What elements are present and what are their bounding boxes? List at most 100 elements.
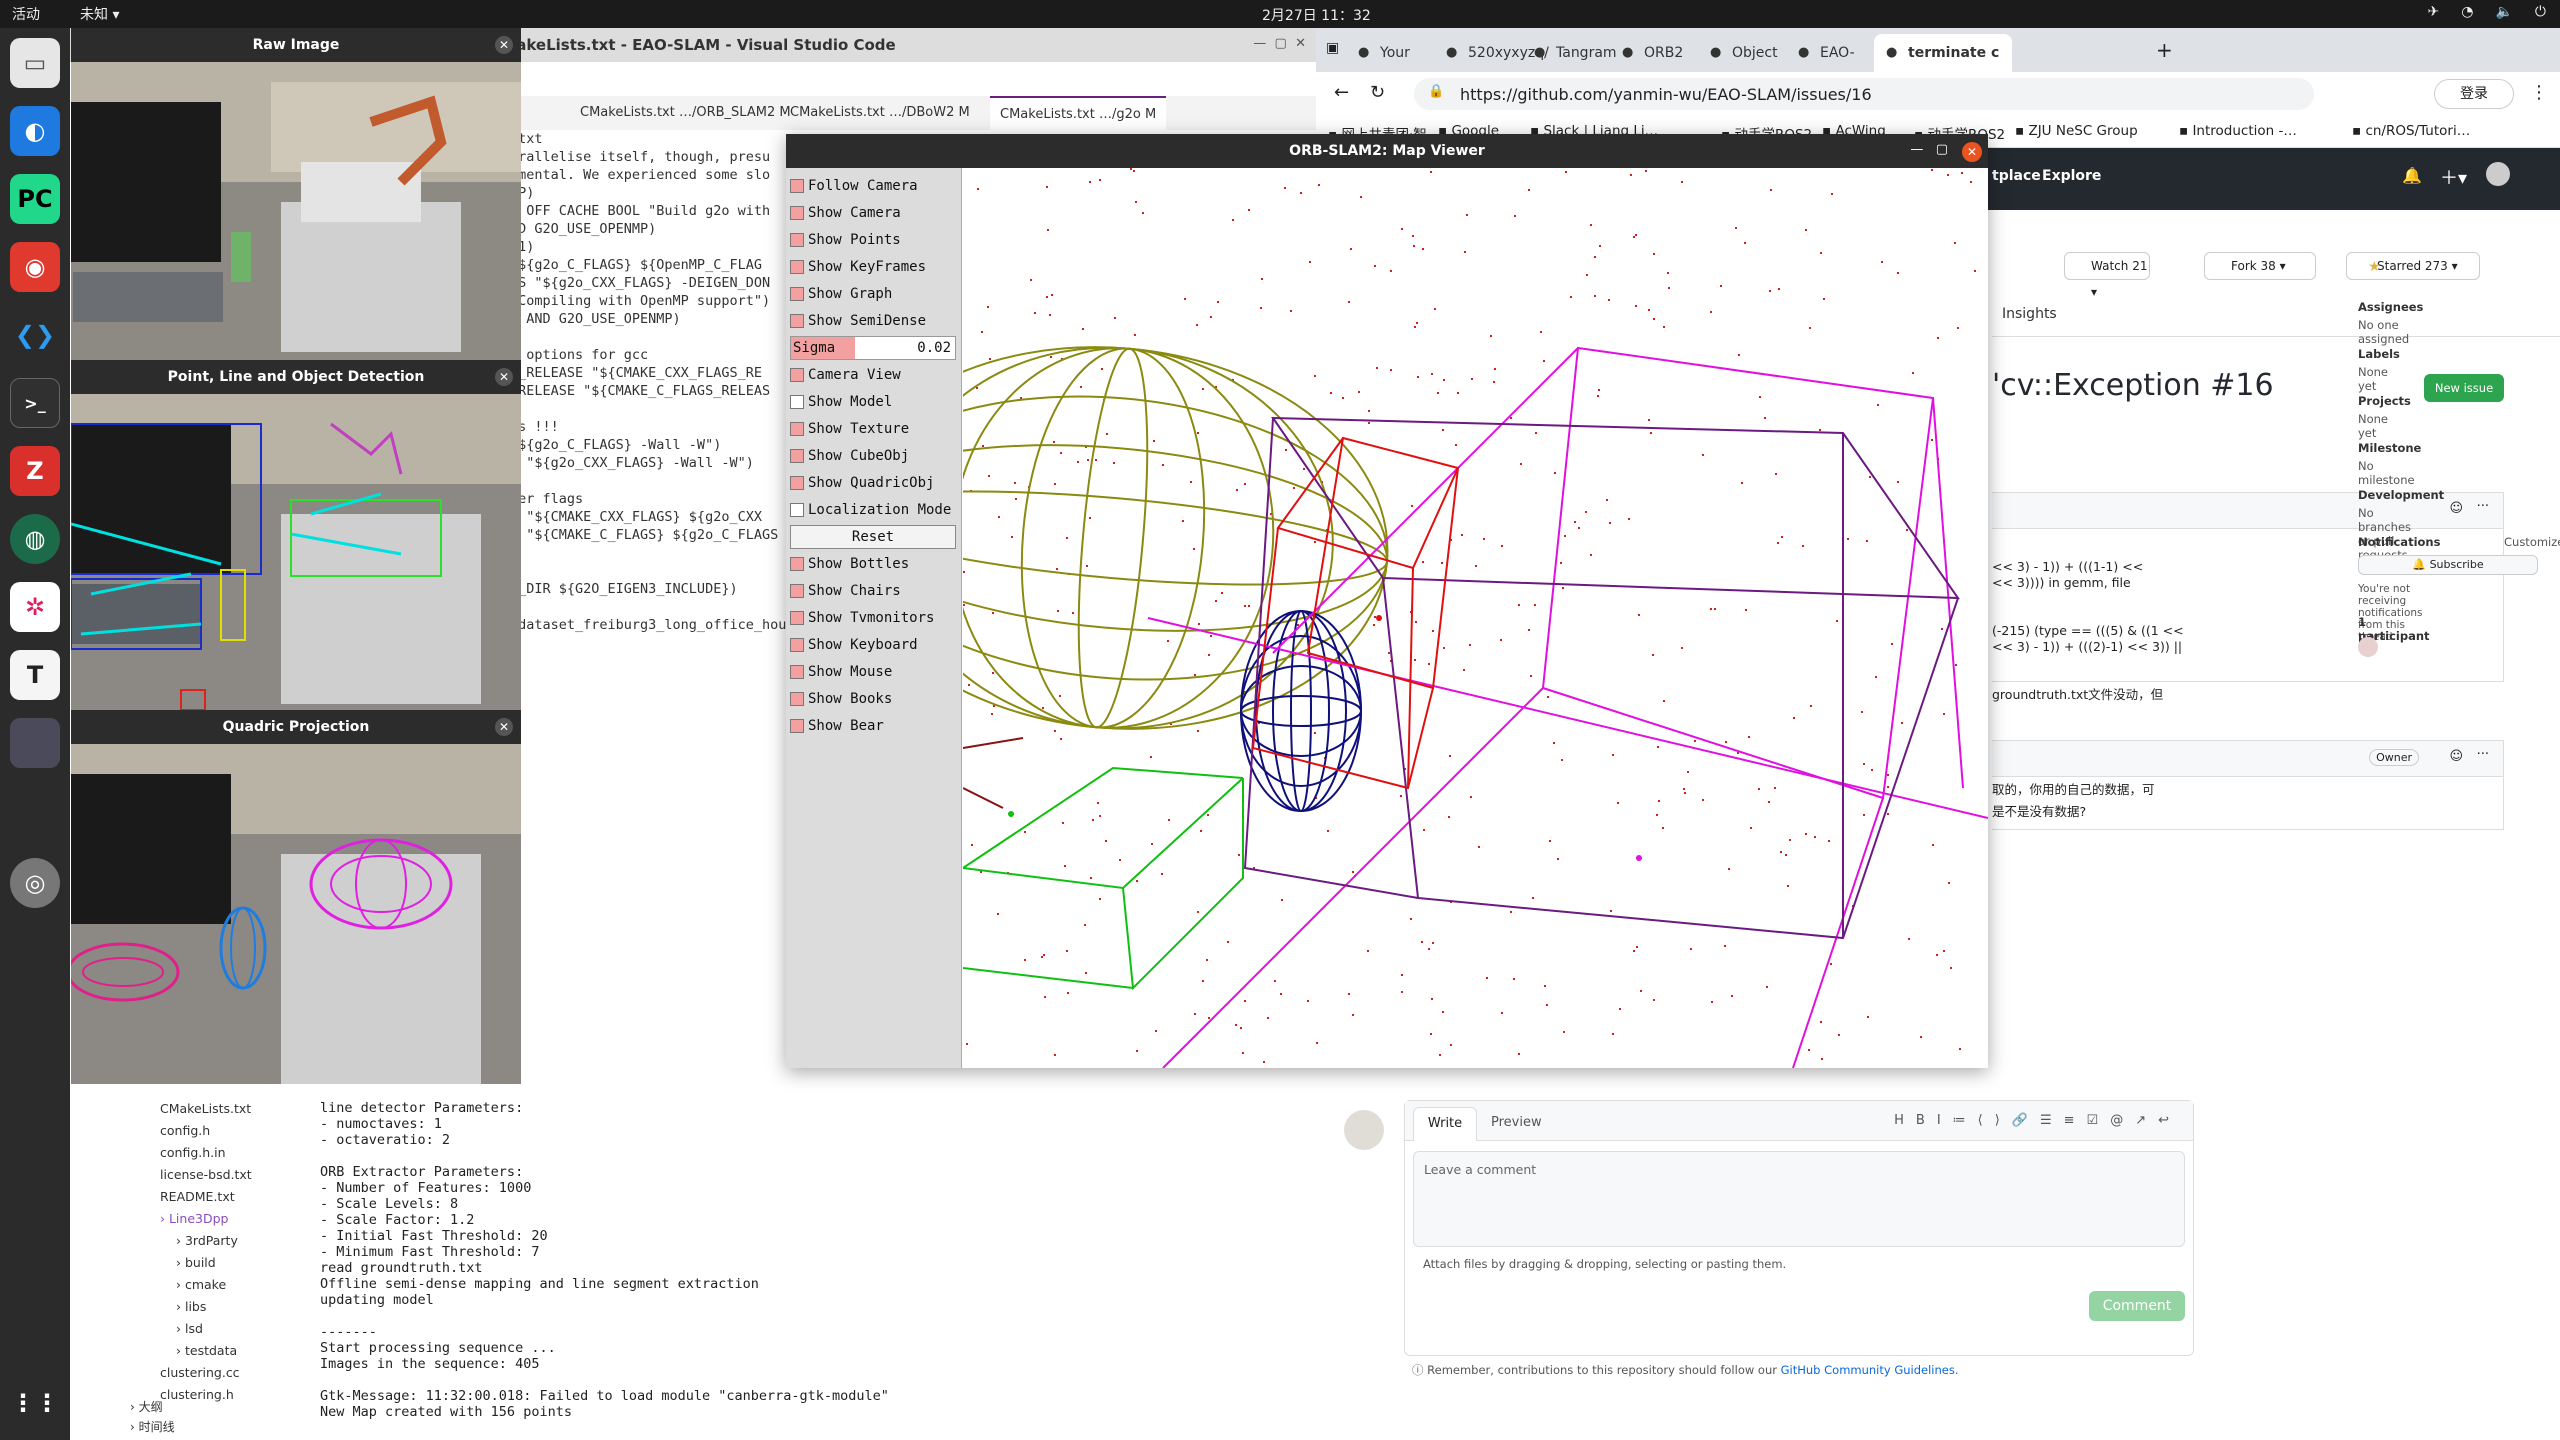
lock-icon[interactable]: 🔒 [1428, 84, 1444, 99]
preview-tab[interactable]: Preview [1491, 1115, 1542, 1130]
guidelines-link[interactable]: GitHub Community Guidelines. [1781, 1363, 1959, 1377]
comment-button[interactable]: Comment [2089, 1291, 2185, 1321]
explorer-file[interactable]: clustering.h [140, 1384, 320, 1406]
markdown-toolbar[interactable]: HBI≔⟨⟩🔗☰≡☑@↗↩ [1894, 1113, 2181, 1128]
clock[interactable]: 2月27日 11：32 [1262, 5, 1371, 25]
checkbox-show-camera[interactable]: Show Camera [790, 201, 901, 225]
back-icon[interactable]: ← [1334, 82, 1349, 103]
checkbox-show-points[interactable]: Show Points [790, 228, 901, 252]
checkbox[interactable] [790, 422, 804, 436]
tab-cmakelists-orbslam2[interactable]: CMakeLists.txt …/ORB_SLAM2 M [570, 96, 801, 130]
url-box[interactable]: 🔒 https://github.com/yanmin-wu/EAO-SLAM/… [1414, 78, 2314, 110]
new-issue-button[interactable]: New issue [2424, 374, 2504, 402]
wifi-icon[interactable]: ◔ [2461, 4, 2473, 20]
explorer-file[interactable]: license-bsd.txt [140, 1164, 320, 1186]
starred-button[interactable]: Starred 273 ▾ [2346, 252, 2480, 280]
explorer-folder[interactable]: › build [140, 1252, 320, 1274]
tab-list-icon[interactable]: ▣ [1326, 40, 1339, 56]
explorer-file[interactable]: README.txt [140, 1186, 320, 1208]
explorer-folder[interactable]: › 3rdParty [140, 1230, 320, 1252]
browser-tab[interactable]: ●EAO-SLAM [1786, 34, 1872, 99]
checkbox[interactable] [790, 368, 804, 382]
emoji-icon[interactable]: ☺ [2449, 749, 2463, 764]
bell-icon[interactable]: 🔔 [2402, 166, 2422, 185]
sidebar-heading[interactable]: Projects [2358, 394, 2411, 408]
bookmark-item[interactable]: ▪ Introduction -… [2179, 123, 2297, 139]
bookmark-item[interactable]: ▪ cn/ROS/Tutori… [2352, 123, 2470, 139]
fork-button[interactable]: Fork 38 ▾ [2204, 252, 2316, 280]
checkbox[interactable] [790, 557, 804, 571]
explorer-folder[interactable]: › Line3Dpp [140, 1208, 320, 1230]
outline-section[interactable]: › 大纲 [130, 1398, 163, 1415]
new-tab-icon[interactable]: + [2156, 38, 2173, 62]
pycharm-icon[interactable]: PC [10, 174, 60, 224]
tab-cmakelists-dbow2[interactable]: CMakeLists.txt …/DBoW2 M [780, 96, 980, 130]
window-controls[interactable]: — ▢ ✕ [1253, 36, 1306, 51]
subscribe-button[interactable]: 🔔 Subscribe [2358, 555, 2538, 575]
window-controls[interactable]: — ▢ [1910, 142, 1948, 157]
tab-insights[interactable]: Insights [2002, 306, 2057, 322]
reset-button[interactable]: Reset [790, 525, 956, 549]
plus-icon[interactable]: ＋▾ [2440, 164, 2467, 190]
checkbox-show-quadricobj[interactable]: Show QuadricObj [790, 471, 934, 495]
explorer-file[interactable]: config.h [140, 1120, 320, 1142]
url-text[interactable]: https://github.com/yanmin-wu/EAO-SLAM/is… [1460, 85, 1872, 104]
checkbox-show-chairs[interactable]: Show Chairs [790, 579, 901, 603]
checkbox[interactable] [790, 638, 804, 652]
close-icon[interactable]: ✕ [1962, 142, 1982, 162]
customize-link[interactable]: Customize [2504, 535, 2560, 549]
map-3d-canvas[interactable] [837, 168, 1989, 1069]
checkbox-show-cubeobj[interactable]: Show CubeObj [790, 444, 909, 468]
app-grid-icon[interactable]: ⋮⋮ [10, 1378, 60, 1428]
browser-tab[interactable]: ● terminate c [1874, 34, 2012, 72]
edge-icon[interactable]: ◐ [10, 106, 60, 156]
app-menu[interactable]: 未知 ▾ [80, 4, 119, 24]
nav-explore[interactable]: Explore [2042, 168, 2101, 184]
zotero-icon[interactable]: Z [10, 446, 60, 496]
disk-icon[interactable]: ◎ [10, 858, 60, 908]
checkbox[interactable] [790, 584, 804, 598]
volume-icon[interactable]: 🔈 [2495, 4, 2512, 20]
checkbox[interactable] [790, 719, 804, 733]
explorer-folder[interactable]: › lsd [140, 1318, 320, 1340]
avatar[interactable] [2486, 162, 2510, 186]
nav-marketplace[interactable]: tplace [1992, 168, 2041, 184]
emoji-icon[interactable]: ☺ [2449, 501, 2463, 516]
checkbox[interactable] [790, 179, 804, 193]
reload-icon[interactable]: ↻ [1370, 82, 1385, 103]
attach-text[interactable]: Attach files by dragging & dropping, sel… [1423, 1257, 1786, 1271]
netease-music-icon[interactable]: ◉ [10, 242, 60, 292]
checkbox[interactable] [790, 314, 804, 328]
checkbox-localization-mode[interactable]: Localization Mode [790, 498, 951, 522]
checkbox-show-keyboard[interactable]: Show Keyboard [790, 633, 918, 657]
checkbox-show-tvmonitors[interactable]: Show Tvmonitors [790, 606, 934, 630]
checkbox-follow-camera[interactable]: Follow Camera [790, 174, 918, 198]
power-icon[interactable]: ⏻ [2535, 4, 2546, 20]
checkbox[interactable] [790, 692, 804, 706]
checkbox[interactable] [790, 665, 804, 679]
typora-icon[interactable]: T [10, 650, 60, 700]
login-button[interactable]: 登录 [2434, 79, 2514, 109]
explorer-file[interactable]: config.h.in [140, 1142, 320, 1164]
system-tray[interactable]: ✈ ◔ 🔈 ⏻ [2428, 4, 2546, 20]
window-icon[interactable] [10, 718, 60, 768]
checkbox-show-books[interactable]: Show Books [790, 687, 892, 711]
tab-cmakelists-g2o[interactable]: CMakeLists.txt …/g2o M [990, 96, 1167, 130]
bookmark-item[interactable]: ▪ ZJU NeSC Group [2015, 123, 2138, 139]
write-tab[interactable]: Write [1413, 1107, 1477, 1141]
checkbox-show-model[interactable]: Show Model [790, 390, 892, 414]
checkbox-show-graph[interactable]: Show Graph [790, 282, 892, 306]
terminal-icon[interactable]: >_ [10, 378, 60, 428]
checkbox[interactable] [790, 395, 804, 409]
sidebar-heading[interactable]: Assignees [2358, 300, 2423, 314]
explorer-folder[interactable]: › cmake [140, 1274, 320, 1296]
checkbox[interactable] [790, 611, 804, 625]
checkbox[interactable] [790, 206, 804, 220]
network-icon[interactable]: ✈ [2428, 4, 2440, 20]
sidebar-heading[interactable]: Development [2358, 488, 2444, 502]
checkbox-show-mouse[interactable]: Show Mouse [790, 660, 892, 684]
comment-textarea[interactable]: Leave a comment [1413, 1151, 2185, 1247]
vscode-icon[interactable]: ❮❯ [10, 310, 60, 360]
browser-tab[interactable]: ●Tangram / ( [1522, 34, 1617, 99]
checkbox-show-bottles[interactable]: Show Bottles [790, 552, 909, 576]
